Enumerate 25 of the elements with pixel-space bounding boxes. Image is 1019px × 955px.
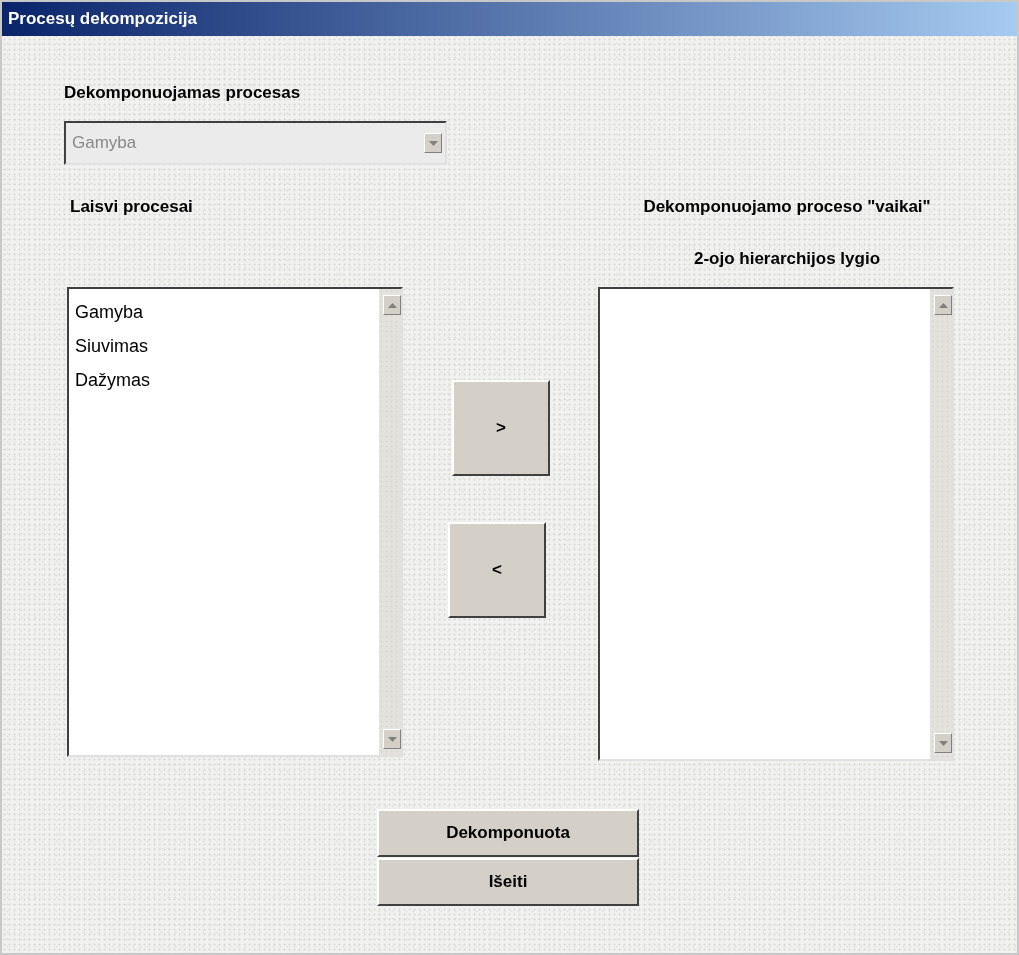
list-item[interactable]: Siuvimas bbox=[73, 329, 151, 363]
scrollbar[interactable] bbox=[930, 289, 952, 759]
action-button[interactable]: Išeiti bbox=[377, 858, 639, 906]
down-arrow-icon bbox=[938, 740, 948, 746]
list-item[interactable]: Gamyba bbox=[73, 295, 146, 329]
free-process-list[interactable]: Gamyba Siuvimas Dažymas bbox=[67, 287, 403, 757]
dropdown-value: Gamyba bbox=[72, 133, 137, 153]
move-button[interactable]: < bbox=[448, 522, 546, 618]
list-label: Dekomponuojamo proceso "vaikai" bbox=[643, 197, 931, 217]
list-label: Laisvi procesai bbox=[70, 197, 193, 216]
action-button[interactable]: Dekomponuota bbox=[377, 809, 639, 857]
scroll-up-button[interactable] bbox=[934, 295, 952, 315]
down-arrow-icon bbox=[428, 140, 438, 146]
window-title: Procesų dekompozicija bbox=[8, 9, 197, 29]
list-item[interactable]: Dažymas bbox=[73, 363, 152, 397]
scroll-up-button[interactable] bbox=[383, 295, 401, 315]
scrollbar[interactable] bbox=[379, 289, 401, 755]
scroll-down-button[interactable] bbox=[383, 729, 401, 749]
move-button[interactable]: > bbox=[452, 380, 550, 476]
field-label: Dekomponuojamas procesas bbox=[64, 83, 301, 102]
up-arrow-icon bbox=[938, 302, 948, 308]
list-sublabel: 2-ojo hierarchijos lygio bbox=[693, 249, 881, 269]
down-arrow-icon bbox=[387, 736, 397, 742]
scroll-down-button[interactable] bbox=[934, 733, 952, 753]
up-arrow-icon bbox=[387, 302, 397, 308]
